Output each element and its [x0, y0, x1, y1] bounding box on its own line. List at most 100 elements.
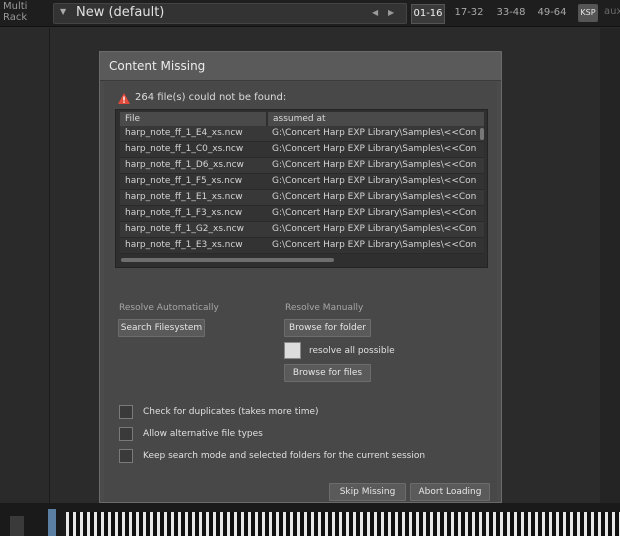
table-row[interactable]: harp_note_ff_1_G2_xs.ncw G:\Concert Harp … [120, 222, 484, 238]
piano-key[interactable] [475, 512, 479, 536]
piano-key[interactable] [524, 512, 528, 536]
piano-key[interactable] [503, 512, 507, 536]
piano-key[interactable] [132, 512, 136, 536]
preset-selector[interactable]: ▼ New (default) ◀ ▶ [53, 3, 407, 24]
piano-key[interactable] [146, 512, 150, 536]
piano-key[interactable] [531, 512, 535, 536]
piano-key[interactable] [139, 512, 143, 536]
piano-key[interactable] [167, 512, 171, 536]
piano-key[interactable] [90, 512, 94, 536]
piano-key[interactable] [286, 512, 290, 536]
piano-key[interactable] [426, 512, 430, 536]
abort-loading-button[interactable]: Abort Loading [410, 483, 490, 501]
piano-key[interactable] [188, 512, 192, 536]
piano-key[interactable] [335, 512, 339, 536]
keyboard-control[interactable] [10, 516, 24, 536]
piano-key[interactable] [125, 512, 129, 536]
piano-key[interactable] [69, 512, 73, 536]
piano-key[interactable] [391, 512, 395, 536]
piano-key[interactable] [104, 512, 108, 536]
table-row[interactable]: harp_note_ff_1_C0_xs.ncw G:\Concert Harp … [120, 142, 484, 158]
piano-key[interactable] [328, 512, 332, 536]
table-row[interactable]: harp_note_ff_1_F5_xs.ncw G:\Concert Harp … [120, 174, 484, 190]
column-header-assumed-at[interactable]: assumed at [268, 112, 484, 126]
piano-key[interactable] [174, 512, 178, 536]
tab-17-32[interactable]: 17-32 [452, 4, 486, 24]
piano-key[interactable] [181, 512, 185, 536]
piano-key[interactable] [433, 512, 437, 536]
piano-key[interactable] [601, 512, 605, 536]
piano-key[interactable] [97, 512, 101, 536]
piano-key[interactable] [559, 512, 563, 536]
piano-key[interactable] [153, 512, 157, 536]
piano-key[interactable] [265, 512, 269, 536]
resolve-all-checkbox[interactable] [284, 342, 301, 359]
piano-keyboard[interactable] [66, 512, 620, 536]
piano-key[interactable] [419, 512, 423, 536]
piano-key[interactable] [195, 512, 199, 536]
piano-key[interactable] [573, 512, 577, 536]
piano-key[interactable] [482, 512, 486, 536]
piano-key[interactable] [209, 512, 213, 536]
piano-key[interactable] [405, 512, 409, 536]
piano-key[interactable] [538, 512, 542, 536]
piano-key[interactable] [377, 512, 381, 536]
browse-for-files-button[interactable]: Browse for files [284, 364, 371, 382]
triangle-left-icon[interactable]: ◀ [372, 8, 378, 17]
piano-key[interactable] [76, 512, 80, 536]
allow-alt-types-checkbox[interactable] [119, 427, 133, 441]
dialog-title-bar[interactable]: Content Missing [100, 52, 501, 81]
browse-for-folder-button[interactable]: Browse for folder [284, 319, 371, 337]
keep-search-mode-checkbox[interactable] [119, 449, 133, 463]
piano-key[interactable] [356, 512, 360, 536]
horizontal-scrollbar[interactable] [121, 258, 334, 262]
piano-key[interactable] [615, 512, 619, 536]
piano-key[interactable] [342, 512, 346, 536]
piano-key[interactable] [489, 512, 493, 536]
search-filesystem-button[interactable]: Search Filesystem [118, 319, 205, 337]
vertical-scrollbar[interactable] [480, 128, 484, 140]
piano-key[interactable] [258, 512, 262, 536]
piano-key[interactable] [566, 512, 570, 536]
tab-33-48[interactable]: 33-48 [493, 4, 529, 24]
piano-key[interactable] [552, 512, 556, 536]
table-row[interactable]: harp_note_ff_1_E4_xs.ncw G:\Concert Harp … [120, 126, 484, 142]
check-duplicates-checkbox[interactable] [119, 405, 133, 419]
table-row[interactable]: harp_note_ff_1_D6_xs.ncw G:\Concert Harp … [120, 158, 484, 174]
skip-missing-button[interactable]: Skip Missing [329, 483, 406, 501]
piano-key[interactable] [223, 512, 227, 536]
column-header-file[interactable]: File [120, 112, 267, 126]
piano-key[interactable] [349, 512, 353, 536]
table-row[interactable]: harp_note_ff_1_E3_xs.ncw G:\Concert Harp … [120, 238, 484, 254]
piano-key[interactable] [251, 512, 255, 536]
piano-key[interactable] [594, 512, 598, 536]
piano-key[interactable] [118, 512, 122, 536]
piano-key[interactable] [314, 512, 318, 536]
piano-key[interactable] [321, 512, 325, 536]
piano-key[interactable] [202, 512, 206, 536]
piano-key[interactable] [447, 512, 451, 536]
table-row[interactable]: harp_note_ff_1_F3_xs.ncw G:\Concert Harp … [120, 206, 484, 222]
triangle-right-icon[interactable]: ▶ [388, 8, 394, 17]
piano-key[interactable] [160, 512, 164, 536]
piano-key[interactable] [216, 512, 220, 536]
piano-key[interactable] [587, 512, 591, 536]
piano-key[interactable] [272, 512, 276, 536]
piano-key[interactable] [111, 512, 115, 536]
tab-49-64[interactable]: 49-64 [535, 4, 569, 24]
piano-key[interactable] [279, 512, 283, 536]
piano-key[interactable] [545, 512, 549, 536]
piano-key[interactable] [363, 512, 367, 536]
aux-label[interactable]: aux [604, 6, 620, 17]
piano-key[interactable] [83, 512, 87, 536]
chevron-down-icon[interactable]: ▼ [60, 7, 66, 16]
ksp-button[interactable]: KSP [578, 4, 598, 22]
piano-key[interactable] [608, 512, 612, 536]
piano-key[interactable] [412, 512, 416, 536]
piano-key[interactable] [440, 512, 444, 536]
piano-key[interactable] [580, 512, 584, 536]
piano-key[interactable] [244, 512, 248, 536]
tab-01-16[interactable]: 01-16 [411, 4, 445, 24]
piano-key[interactable] [307, 512, 311, 536]
piano-key[interactable] [237, 512, 241, 536]
